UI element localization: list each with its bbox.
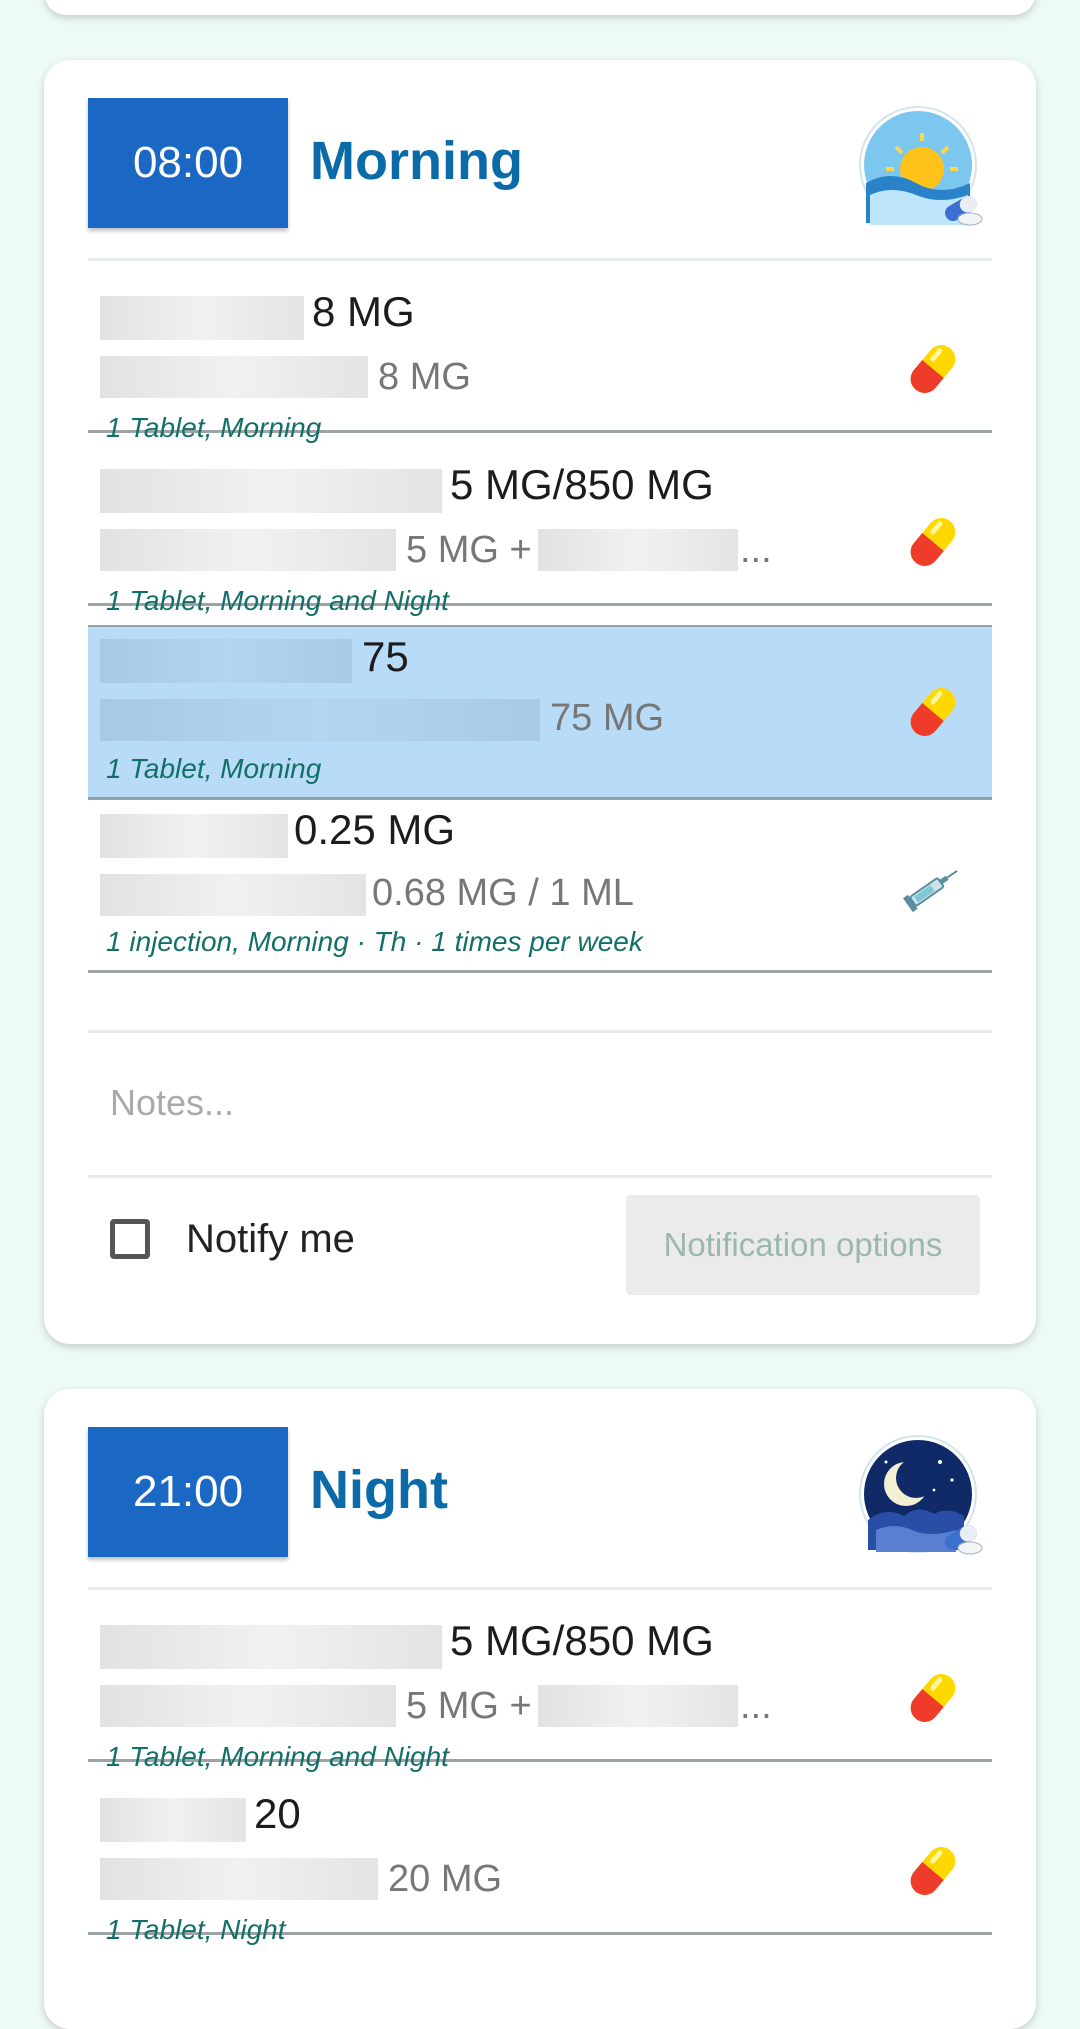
redacted-name [100,639,352,683]
medication-strength: 8 MG [378,356,471,398]
redacted-ingredient [100,1858,378,1900]
medication-name: 5 MG/850 MG [450,1617,714,1664]
medication-dose: 1 Tablet, Night [106,1914,286,1945]
medication-row[interactable]: 5 MG/850 MG 5 MG + ... 1 Tablet, Morning… [88,1589,992,1772]
capsule-icon [904,1841,962,1901]
medication-strength: 5 MG + [406,1685,532,1727]
redacted-name [100,1625,442,1669]
redacted-name [100,296,304,340]
medication-row[interactable]: 5 MG/850 MG 5 MG + ... 1 Tablet, Morning… [88,433,992,616]
medication-row[interactable]: 0.25 MG 0.68 MG / 1 ML 1 injection, Morn… [88,800,992,973]
medication-strength: 20 MG [388,1858,503,1900]
moon-pills-icon [859,1435,983,1555]
medication-name: 5 MG/850 MG [450,461,714,508]
syringe-icon [902,862,963,914]
notification-options-button[interactable]: Notification options [626,1195,980,1295]
redacted-ingredient [538,529,738,571]
redacted-ingredient [100,874,366,916]
capsule-icon [904,682,962,742]
redacted-name [100,814,288,858]
notes-divider-bottom [88,1175,992,1178]
redacted-ingredient [100,529,396,571]
redacted-ingredient [100,356,368,398]
truncation-ellipsis: ... [740,1685,772,1727]
capsule-icon [904,1668,962,1728]
medication-dose: 1 Tablet, Morning and Night [106,585,449,616]
night-slot-card: 21:00 Night 5 MG/850 MG 5 MG + ... 1 Tab… [44,1389,1036,2029]
previous-card [44,0,1036,15]
medication-row[interactable]: 8 MG 8 MG 1 Tablet, Morning [88,260,992,443]
redacted-name [100,469,442,513]
medication-row-selected[interactable]: 75 75 MG 1 Tablet, Morning [88,625,992,800]
notify-label[interactable]: Notify me [186,1217,355,1262]
medication-name: 75 [362,633,409,680]
medication-strength: 5 MG + [406,529,532,571]
medication-row[interactable]: 20 20 MG 1 Tablet, Night [88,1762,992,1945]
medication-name: 20 [254,1790,301,1837]
medication-dose: 1 Tablet, Morning [106,753,322,784]
sun-pills-icon [859,106,983,226]
notify-row: Notify me Notification options [88,1195,992,1295]
redacted-ingredient [100,1685,396,1727]
truncation-ellipsis: ... [740,529,772,571]
medication-name: 8 MG [312,288,415,335]
capsule-icon [904,339,962,399]
notes-field[interactable]: Notes... [88,1030,992,1180]
redacted-ingredient [538,1685,738,1727]
medication-strength: 0.68 MG / 1 ML [372,872,634,914]
notes-placeholder: Notes... [110,1082,235,1123]
notify-checkbox[interactable] [110,1219,150,1259]
night-time-button[interactable]: 21:00 [88,1427,288,1557]
morning-title: Morning [310,131,523,191]
medication-dose: 1 injection, Morning · Th · 1 times per … [106,926,643,957]
medication-strength: 75 MG [550,697,665,739]
night-title: Night [310,1460,448,1520]
morning-slot-card: 08:00 Morning 8 MG 8 MG 1 Tablet, Mornin… [44,60,1036,1344]
morning-time-button[interactable]: 08:00 [88,98,288,228]
redacted-ingredient [100,699,540,741]
morning-header: 08:00 Morning [88,98,992,228]
notes-divider-top [88,1030,992,1033]
medication-name: 0.25 MG [294,806,456,853]
night-header: 21:00 Night [88,1427,992,1557]
redacted-name [100,1798,246,1842]
capsule-icon [904,512,962,572]
